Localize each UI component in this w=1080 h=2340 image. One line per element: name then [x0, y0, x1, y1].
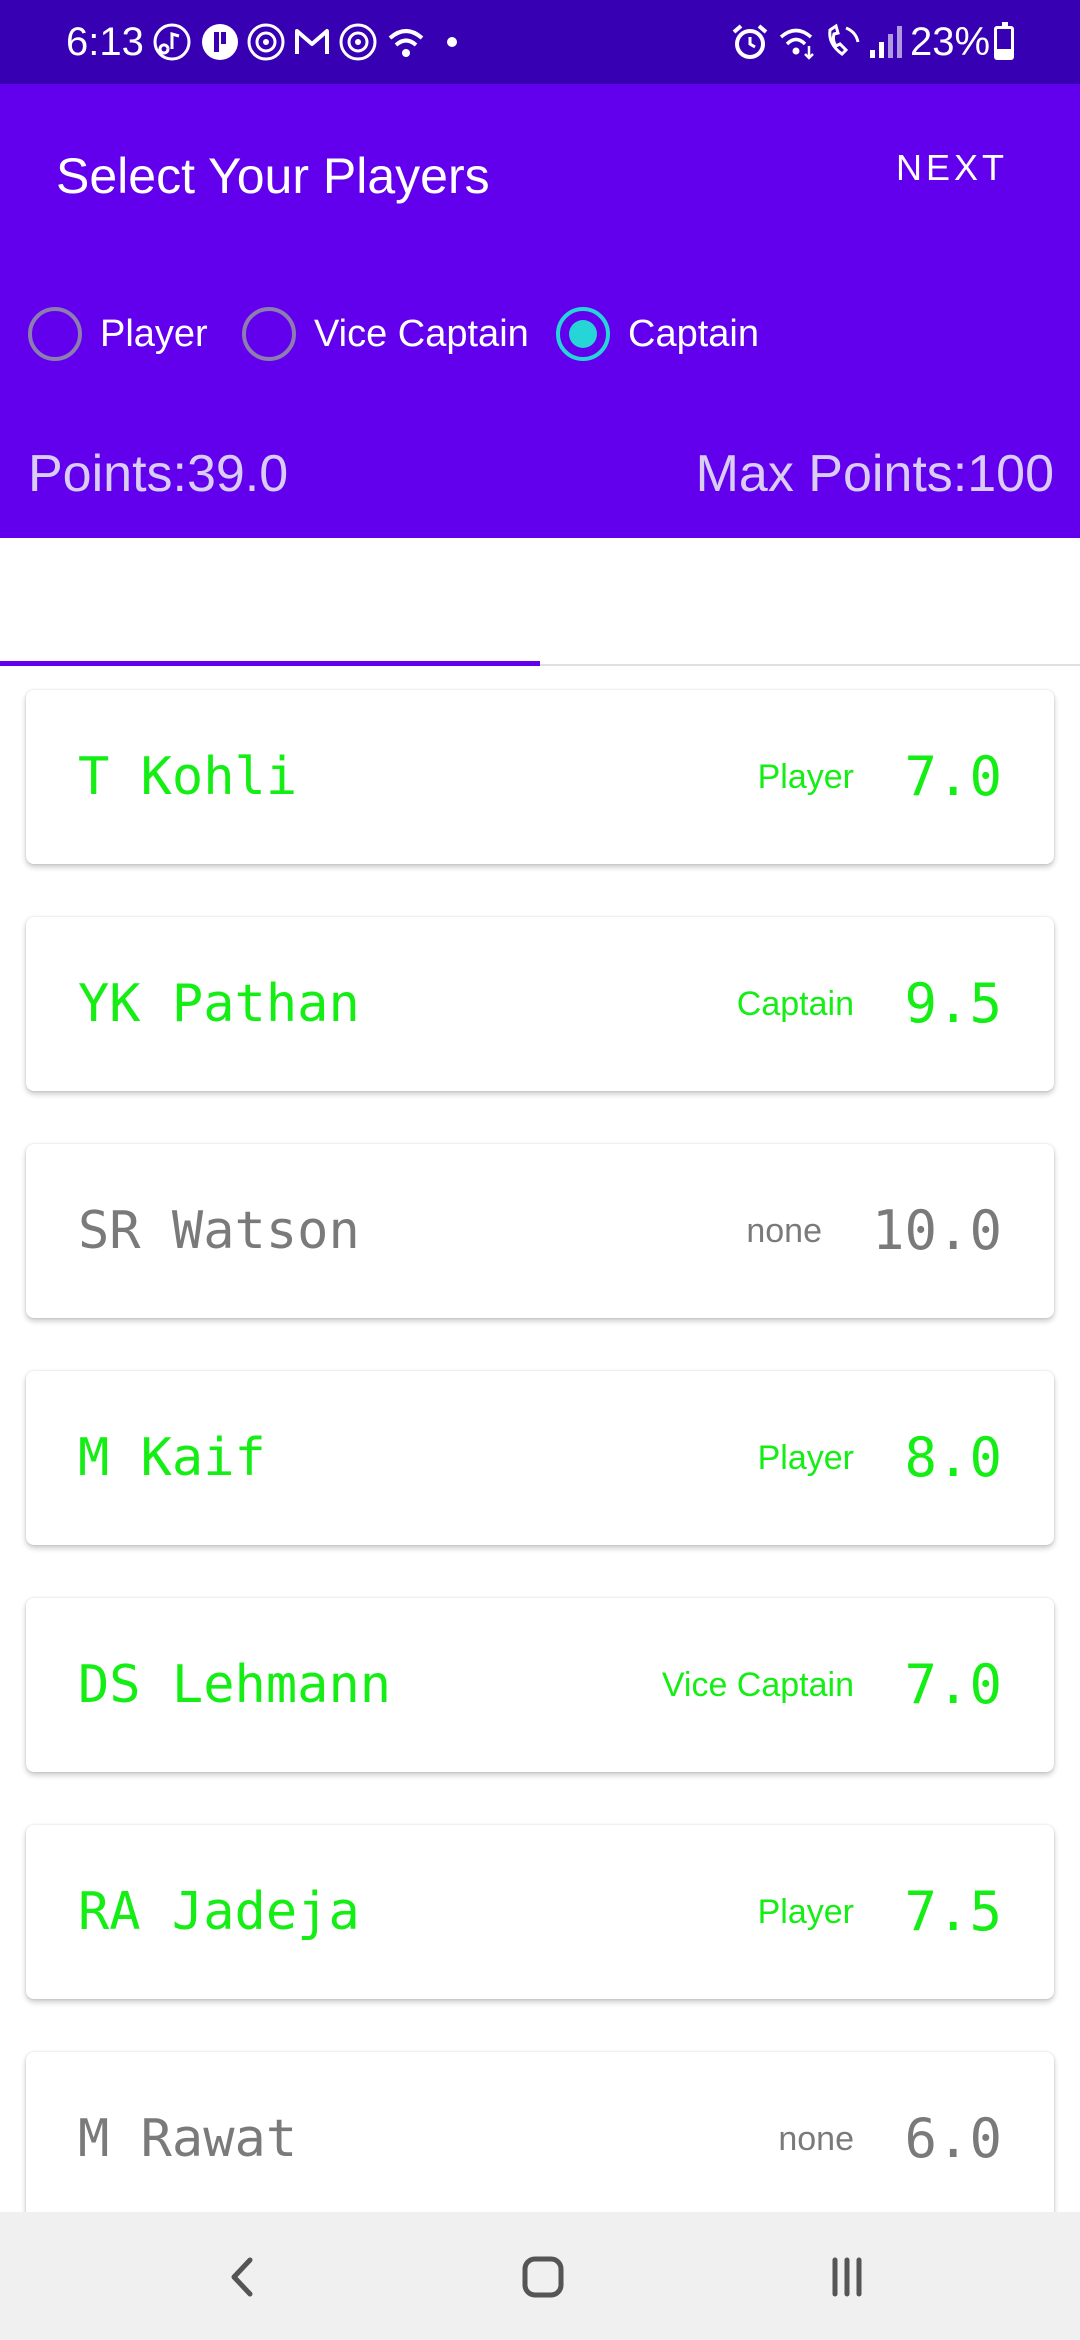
radio-player[interactable]: Player [28, 304, 208, 364]
radio-vice-captain[interactable]: Vice Captain [242, 304, 529, 364]
call-signal-icon [870, 26, 902, 58]
player-points: 6.0 [904, 2107, 1002, 2170]
target-notification-icon [339, 23, 377, 61]
player-name: SR Watson [78, 1201, 360, 1261]
radio-captain[interactable]: Captain [556, 304, 759, 364]
app-notification-icon [202, 24, 238, 60]
player-name: YK Pathan [78, 974, 360, 1034]
player-card[interactable]: SR Watson none 10.0 [26, 1144, 1054, 1318]
radio-label: Player [100, 312, 208, 355]
radio-label: Vice Captain [314, 312, 529, 355]
radio-label: Captain [628, 312, 759, 355]
player-role: Captain [736, 985, 854, 1023]
player-points: 10.0 [871, 1199, 1002, 1262]
player-name: T Kohli [78, 747, 298, 807]
home-icon[interactable] [508, 2242, 578, 2312]
dot-icon [447, 37, 457, 47]
wifi-calling-icon [828, 23, 860, 56]
radio-checked-icon[interactable] [556, 307, 610, 361]
player-role: Player [757, 758, 854, 796]
wifi-calling-icon [779, 28, 814, 60]
player-role: none [778, 2120, 854, 2158]
back-icon[interactable] [208, 2242, 278, 2312]
nav-bar [0, 2212, 1080, 2340]
player-role: Player [757, 1439, 854, 1477]
player-card[interactable]: DS Lehmann Vice Captain 7.0 [26, 1598, 1054, 1772]
battery-percentage: 23% [910, 20, 991, 64]
target-notification-icon [247, 23, 285, 61]
player-name: M Rawat [78, 2109, 298, 2169]
player-card[interactable]: T Kohli Player 7.0 [26, 690, 1054, 864]
tab-strip[interactable] [0, 538, 1080, 666]
points-label: Points:39.0 [28, 445, 289, 503]
status-time: 6:13 [66, 20, 144, 64]
player-card[interactable]: M Rawat none 6.0 [26, 2052, 1054, 2212]
player-points: 7.0 [904, 745, 1002, 808]
player-points: 7.0 [904, 1653, 1002, 1716]
radio-unchecked-icon[interactable] [242, 307, 296, 361]
player-points: 8.0 [904, 1426, 1002, 1489]
player-role: Vice Captain [661, 1666, 854, 1704]
battery-icon [994, 22, 1014, 60]
player-card[interactable]: RA Jadeja Player 7.5 [26, 1825, 1054, 1999]
player-name: DS Lehmann [78, 1655, 392, 1715]
player-points: 7.5 [904, 1880, 1002, 1943]
player-role: Player [757, 1893, 854, 1931]
player-list[interactable]: T Kohli Player 7.0 YK Pathan Captain 9.5… [0, 666, 1080, 2212]
wifi-icon [388, 29, 424, 57]
gmail-icon [295, 29, 329, 54]
max-points-label: Max Points:100 [695, 445, 1054, 503]
music-notification-icon [153, 23, 191, 61]
player-name: RA Jadeja [78, 1882, 360, 1942]
player-card[interactable]: M Kaif Player 8.0 [26, 1371, 1054, 1545]
alarm-icon [732, 24, 768, 59]
player-role: none [746, 1212, 822, 1250]
player-points: 9.5 [904, 972, 1002, 1035]
page-title: Select Your Players [56, 148, 490, 204]
recents-icon[interactable] [812, 2242, 882, 2312]
next-button[interactable]: NEXT [872, 136, 1032, 200]
player-name: M Kaif [78, 1428, 266, 1488]
app-bar: Select Your Players NEXT Player Vice Cap… [0, 84, 1080, 538]
radio-unchecked-icon[interactable] [28, 307, 82, 361]
player-card[interactable]: YK Pathan Captain 9.5 [26, 917, 1054, 1091]
status-bar: 6:13 23% [0, 0, 1080, 84]
